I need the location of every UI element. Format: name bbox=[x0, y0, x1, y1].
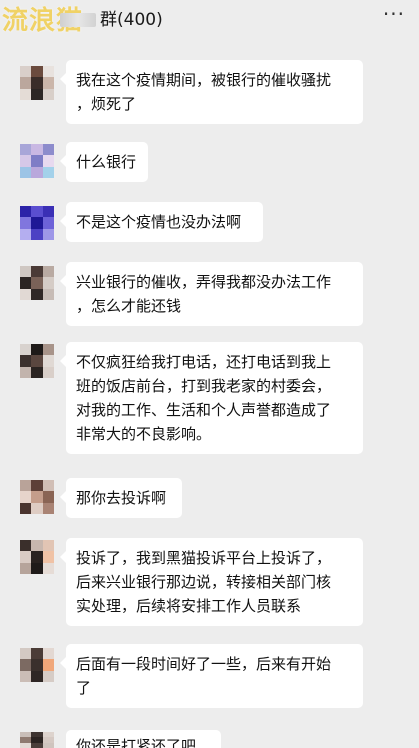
avatar[interactable] bbox=[20, 344, 54, 378]
message-line: 我在这个疫情期间，被银行的催收骚扰 bbox=[76, 71, 332, 89]
avatar[interactable] bbox=[20, 648, 54, 682]
message-line: 对我的工作、生活和个人声誉都造成了 bbox=[76, 401, 332, 419]
message-bubble[interactable]: 什么银行 bbox=[60, 142, 148, 182]
message-line: ，怎么才能还钱 bbox=[76, 297, 182, 315]
message-line: 后来兴业银行那边说，转接相关部门核 bbox=[76, 573, 332, 591]
chat-header: 流浪猫 群(400) ··· bbox=[0, 0, 419, 36]
message-bubble[interactable]: 后面有一段时间好了一些，后来有开始 了 bbox=[60, 644, 363, 708]
avatar[interactable] bbox=[20, 266, 54, 300]
message-line: 那你去投诉啊 bbox=[76, 489, 167, 507]
message-line: 兴业银行的催收，弄得我都没办法工作 bbox=[76, 273, 332, 291]
message-line: 后面有一段时间好了一些，后来有开始 bbox=[76, 655, 332, 673]
message-bubble[interactable]: 投诉了，我到黑猫投诉平台上投诉了， 后来兴业银行那边说，转接相关部门核 实处理，… bbox=[60, 538, 363, 626]
message-bubble[interactable]: 你还是打紧还了吧 bbox=[66, 730, 221, 748]
message-line: 不仅疯狂给我打电话，还打电话到我上 bbox=[76, 353, 332, 371]
message-line: 实处理，后续将安排工作人员联系 bbox=[76, 597, 302, 615]
message-line: 什么银行 bbox=[76, 153, 137, 171]
message-line: 投诉了，我到黑猫投诉平台上投诉了， bbox=[76, 549, 332, 567]
message-line: 你还是打紧还了吧 bbox=[76, 737, 197, 748]
message-line: 非常大的不良影响。 bbox=[76, 425, 212, 443]
avatar[interactable] bbox=[20, 732, 54, 748]
avatar[interactable] bbox=[20, 540, 54, 574]
message-bubble[interactable]: 那你去投诉啊 bbox=[60, 478, 182, 518]
message-line: 班的饭店前台，打到我老家的村委会， bbox=[76, 377, 332, 395]
avatar[interactable] bbox=[20, 480, 54, 514]
avatar[interactable] bbox=[20, 66, 54, 100]
group-title[interactable]: 群(400) bbox=[60, 5, 163, 30]
group-title-text: 群(400) bbox=[100, 10, 163, 30]
message-bubble[interactable]: 我在这个疫情期间，被银行的催收骚扰 ，烦死了 bbox=[60, 60, 363, 124]
message-line: ，烦死了 bbox=[76, 95, 137, 113]
more-options-icon[interactable]: ··· bbox=[383, 2, 405, 26]
avatar[interactable] bbox=[20, 206, 54, 240]
blurred-name bbox=[60, 13, 96, 27]
message-bubble[interactable]: 兴业银行的催收，弄得我都没办法工作 ，怎么才能还钱 bbox=[60, 262, 363, 326]
message-line: 了 bbox=[76, 679, 92, 697]
message-bubble[interactable]: 不仅疯狂给我打电话，还打电话到我上 班的饭店前台，打到我老家的村委会， 对我的工… bbox=[60, 342, 363, 454]
message-bubble[interactable]: 不是这个疫情也没办法啊 bbox=[60, 202, 263, 242]
avatar[interactable] bbox=[20, 144, 54, 178]
message-line: 不是这个疫情也没办法啊 bbox=[76, 213, 242, 231]
